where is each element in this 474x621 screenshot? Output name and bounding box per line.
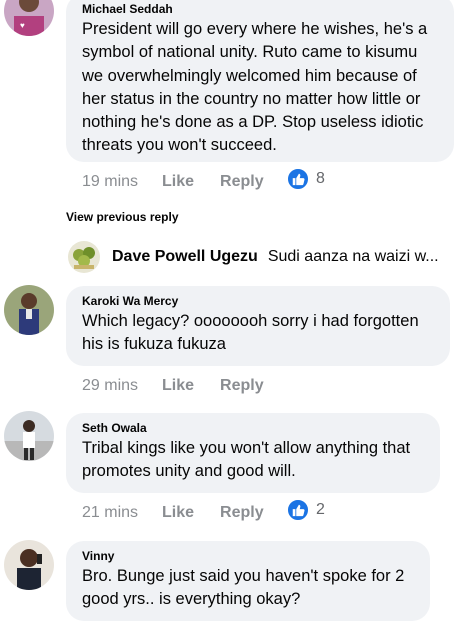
comment-author[interactable]: Michael Seddah: [82, 2, 438, 16]
reaction-count: 2: [316, 501, 325, 518]
view-previous-reply-link[interactable]: View previous reply: [66, 210, 179, 224]
thumbs-up-icon: [286, 498, 310, 522]
comment-time[interactable]: 29 mins: [82, 377, 138, 395]
thumbs-up-icon: [286, 167, 310, 191]
comment-time[interactable]: 19 mins: [82, 173, 138, 191]
reply-preview[interactable]: Dave Powell Ugezu Sudi aanza na waizi w.…: [68, 240, 474, 274]
svg-text:♥: ♥: [20, 21, 25, 30]
comment-bubble: Seth Owala Tribal kings like you won't a…: [66, 413, 440, 493]
reply-button[interactable]: Reply: [220, 377, 264, 395]
reply-button[interactable]: Reply: [220, 173, 264, 191]
like-button[interactable]: Like: [162, 173, 194, 191]
comment-text: Which legacy? oooooooh sorry i had forgo…: [82, 312, 419, 354]
avatar[interactable]: [4, 540, 54, 590]
reaction-summary[interactable]: 8: [286, 167, 325, 191]
comment-actions: 19 mins Like Reply: [82, 170, 264, 194]
reaction-summary[interactable]: 2: [286, 498, 325, 522]
comment-text: President will go every where he wishes,…: [82, 20, 428, 155]
comment-bubble: Vinny Bro. Bunge just said you haven't s…: [66, 541, 430, 621]
avatar[interactable]: ♥: [4, 0, 54, 36]
comment-text: Tribal kings like you won't allow anythi…: [82, 439, 411, 481]
comment-author[interactable]: Karoki Wa Mercy: [82, 294, 434, 308]
comment-actions: 29 mins Like Reply: [82, 374, 264, 398]
comment-author[interactable]: Seth Owala: [82, 421, 424, 435]
reply-button[interactable]: Reply: [220, 504, 264, 522]
avatar[interactable]: [4, 411, 54, 461]
reply-text: Sudi aanza na waizi w...: [267, 248, 439, 265]
comment-text: Bro. Bunge just said you haven't spoke f…: [82, 567, 405, 609]
reaction-count: 8: [316, 170, 325, 187]
comment-time[interactable]: 21 mins: [82, 504, 138, 522]
avatar[interactable]: [68, 241, 100, 273]
reply-author[interactable]: Dave Powell Ugezu: [112, 248, 258, 266]
comment-bubble: Michael Seddah President will go every w…: [66, 0, 454, 162]
comment-bubble: Karoki Wa Mercy Which legacy? oooooooh s…: [66, 286, 450, 366]
comment-actions: 21 mins Like Reply: [82, 501, 264, 525]
like-button[interactable]: Like: [162, 504, 194, 522]
avatar[interactable]: [4, 285, 54, 335]
like-button[interactable]: Like: [162, 377, 194, 395]
comment-author[interactable]: Vinny: [82, 549, 414, 563]
